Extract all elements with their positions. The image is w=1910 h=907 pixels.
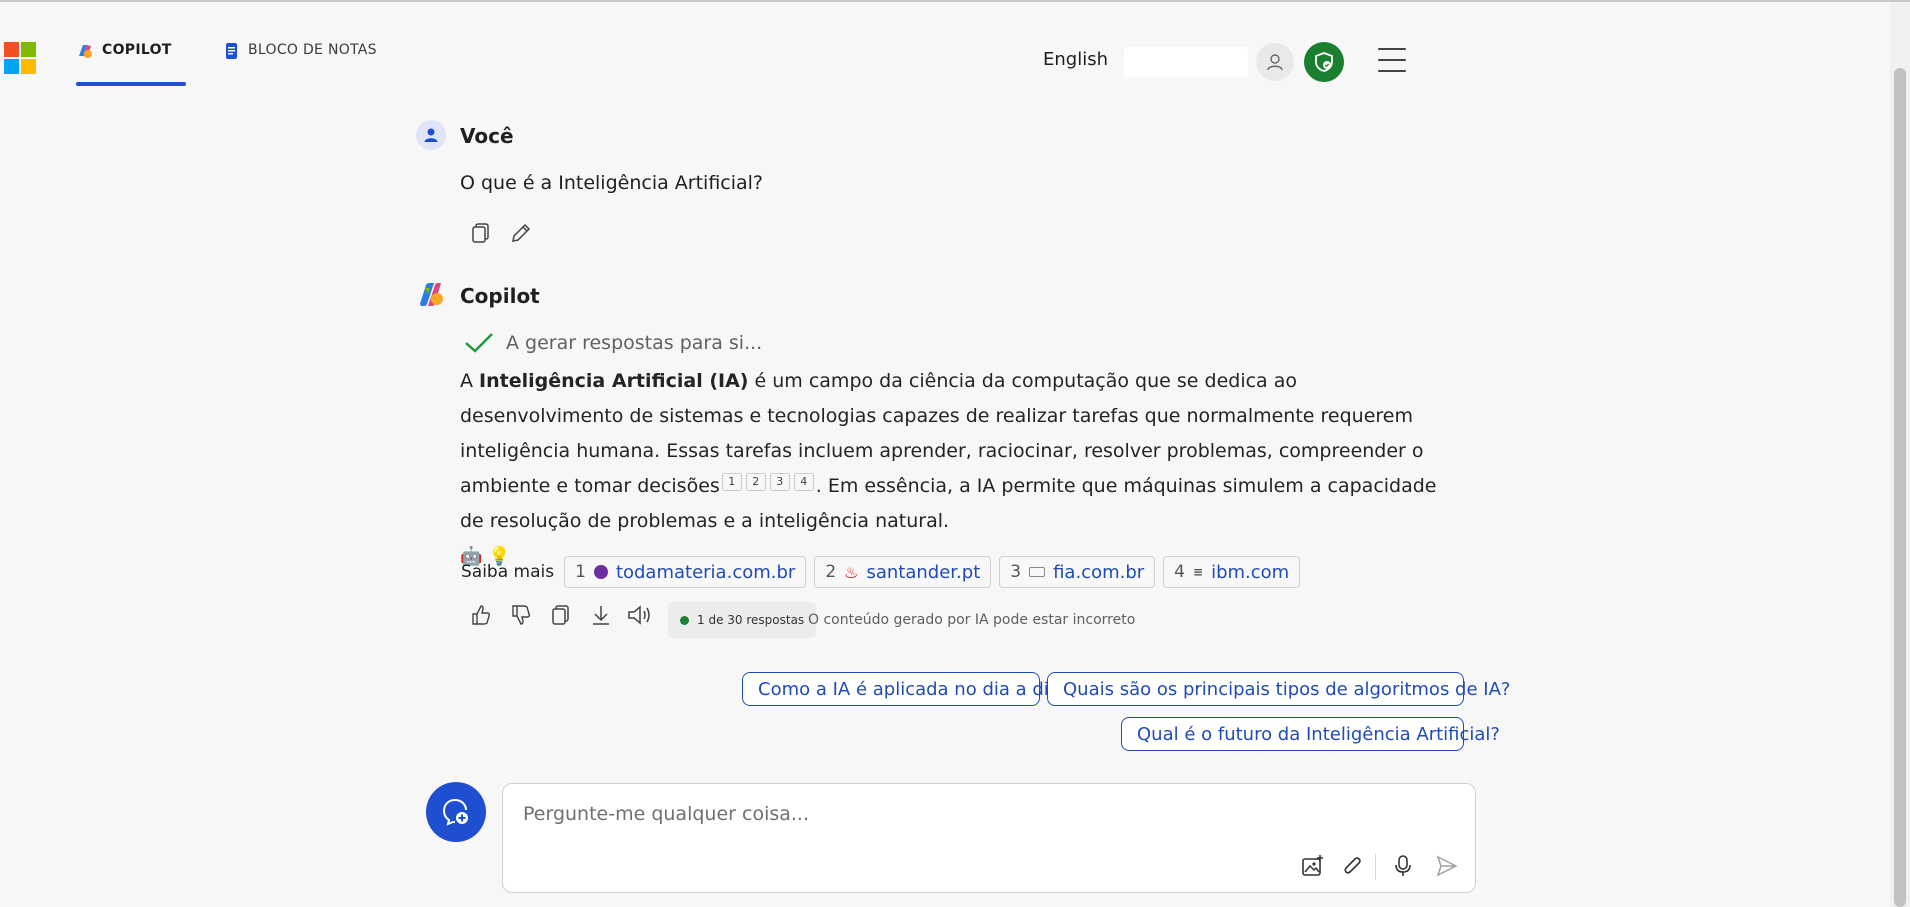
paperclip-icon	[1344, 857, 1361, 874]
voice-input-button[interactable]	[1387, 850, 1419, 882]
citation-2[interactable]: 2	[745, 472, 766, 491]
copilot-author-name: Copilot	[460, 284, 540, 308]
menu-button[interactable]	[1378, 48, 1406, 72]
copilot-answer: A Inteligência Artificial (IA) é um camp…	[460, 364, 1460, 574]
send-button[interactable]	[1431, 850, 1463, 882]
santander-flame-icon: ♨	[844, 562, 859, 582]
copilot-logo-icon	[420, 283, 443, 306]
download-icon	[593, 606, 609, 625]
chat-composer	[502, 783, 1476, 893]
source-number: 1	[575, 562, 586, 582]
source-number: 3	[1010, 562, 1022, 582]
source-link-3[interactable]: 3 fia.com.br	[999, 556, 1156, 588]
dislike-button[interactable]	[506, 600, 536, 630]
copilot-small-icon	[79, 45, 92, 58]
thumbs-up-icon	[472, 605, 491, 625]
generation-status: A gerar respostas para si...	[464, 332, 762, 354]
learn-more-label: Saiba mais	[461, 562, 555, 582]
suggestion-chip-1[interactable]: Como a IA é aplicada no dia a dia?	[742, 672, 1069, 706]
thumbs-down-icon	[512, 605, 531, 625]
page-scrollbar[interactable]	[1890, 2, 1910, 907]
protection-button[interactable]	[1304, 42, 1344, 82]
notebook-icon	[226, 43, 237, 59]
learn-more-bar: Saiba mais 1 todamateria.com.br 2 ♨ sant…	[461, 556, 1301, 588]
attach-button[interactable]	[1337, 850, 1369, 882]
header-search-field[interactable]	[1124, 47, 1248, 77]
microphone-icon	[1395, 855, 1411, 876]
pencil-icon	[512, 223, 531, 242]
copy-icon	[552, 605, 569, 625]
status-dot-icon	[680, 615, 689, 625]
source-domain: ibm.com	[1211, 561, 1290, 583]
answer-bold-term: Inteligência Artificial (IA)	[479, 370, 749, 392]
citation-4[interactable]: 4	[793, 472, 814, 491]
microsoft-logo-icon[interactable]	[4, 42, 36, 74]
response-counter-text: 1 de 30 respostas	[697, 613, 805, 627]
citation-3[interactable]: 3	[769, 472, 790, 491]
window-top-border	[0, 0, 1910, 2]
ibm-favicon-icon: ≡	[1193, 565, 1204, 579]
citation-1[interactable]: 1	[721, 472, 742, 491]
source-domain: todamateria.com.br	[615, 561, 796, 583]
user-author-name: Você	[460, 124, 514, 148]
source-number: 4	[1174, 562, 1185, 582]
suggestion-chip-3[interactable]: Qual é o futuro da Inteligência Artifici…	[1121, 717, 1500, 751]
copy-icon	[472, 223, 489, 243]
user-avatar-icon	[416, 120, 446, 150]
source-domain: santander.pt	[866, 561, 981, 583]
edit-message-button[interactable]	[506, 218, 536, 248]
read-aloud-button[interactable]	[626, 600, 656, 630]
tab-notebook-label: BLOCO DE NOTAS	[248, 42, 377, 58]
user-outline-icon	[1267, 54, 1283, 71]
tab-copilot[interactable]: COPILOT	[76, 42, 186, 86]
image-add-icon	[1302, 855, 1323, 876]
response-actions	[466, 600, 656, 630]
response-counter-badge: 1 de 30 respostas	[668, 602, 817, 638]
tab-copilot-label: COPILOT	[102, 42, 172, 58]
composer-divider	[1375, 854, 1376, 880]
scrollbar-thumb[interactable]	[1894, 68, 1906, 907]
source-domain: fia.com.br	[1053, 561, 1145, 583]
hamburger-line	[1378, 70, 1406, 72]
copy-response-button[interactable]	[546, 600, 576, 630]
source-link-1[interactable]: 1 todamateria.com.br	[564, 556, 807, 588]
language-switch[interactable]: English	[1043, 49, 1108, 70]
generation-status-text: A gerar respostas para si...	[506, 332, 763, 354]
source-number: 2	[825, 562, 837, 582]
new-chat-icon	[442, 799, 468, 826]
user-message-text: O que é a Inteligência Artificial?	[460, 172, 764, 194]
hamburger-line	[1378, 48, 1406, 50]
answer-text: A	[460, 370, 480, 392]
copy-message-button[interactable]	[466, 218, 496, 248]
shield-check-icon	[1315, 52, 1333, 72]
tab-notebook[interactable]: BLOCO DE NOTAS	[224, 42, 377, 86]
source-link-4[interactable]: 4 ≡ ibm.com	[1163, 556, 1301, 588]
like-button[interactable]	[466, 600, 496, 630]
source-link-2[interactable]: 2 ♨ santander.pt	[814, 556, 992, 588]
profile-button[interactable]	[1256, 43, 1294, 81]
active-tab-indicator	[76, 82, 186, 86]
hamburger-line	[1378, 59, 1406, 61]
chat-input[interactable]	[521, 802, 1225, 826]
new-topic-button[interactable]	[426, 782, 486, 842]
send-icon	[1436, 855, 1458, 877]
suggestion-chip-2[interactable]: Quais são os principais tipos de algorit…	[1047, 672, 1510, 706]
ai-disclaimer: O conteúdo gerado por IA pode estar inco…	[808, 612, 1136, 628]
checkmark-icon	[465, 333, 493, 353]
add-image-button[interactable]	[1297, 850, 1329, 882]
speaker-icon	[628, 605, 650, 625]
export-button[interactable]	[586, 600, 616, 630]
fia-favicon-icon	[1029, 567, 1046, 577]
todamateria-favicon-icon	[593, 565, 608, 579]
